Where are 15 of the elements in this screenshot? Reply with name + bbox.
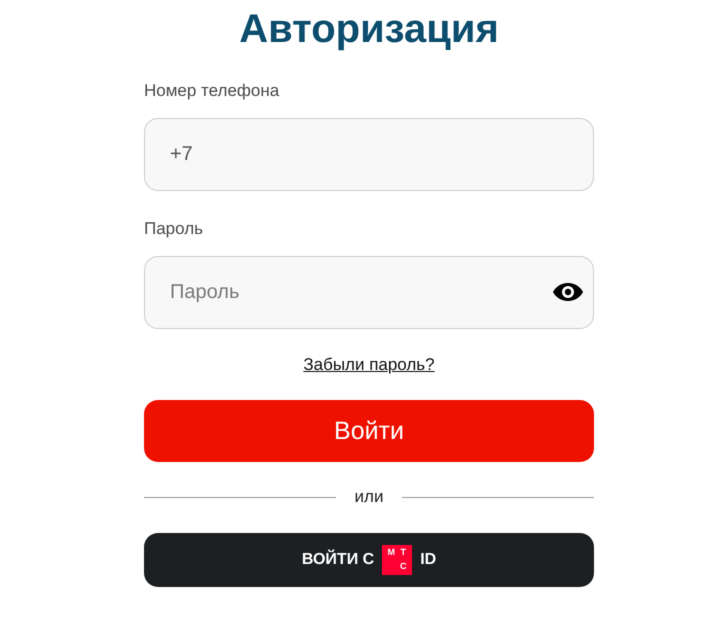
- page-title: Авторизация: [239, 6, 499, 53]
- button-label: ID: [420, 550, 436, 570]
- login-button[interactable]: Войти: [144, 400, 594, 462]
- logo-letter: Т: [399, 546, 407, 559]
- phone-input[interactable]: +7: [144, 118, 594, 191]
- eye-icon[interactable]: [553, 283, 583, 301]
- field-label: Пароль: [144, 219, 203, 239]
- button-label: ВОЙТИ С: [302, 550, 374, 570]
- field-label: Номер телефона: [144, 81, 280, 101]
- divider-text: или: [354, 487, 384, 507]
- logo-letter: С: [398, 560, 408, 573]
- password-input[interactable]: Пароль: [144, 256, 594, 329]
- logo-letter: М: [386, 546, 396, 559]
- forgot-password-link[interactable]: Забыли пароль?: [303, 355, 435, 375]
- mts-id-login-button[interactable]: ВОЙТИ С М Т С ID: [144, 533, 594, 587]
